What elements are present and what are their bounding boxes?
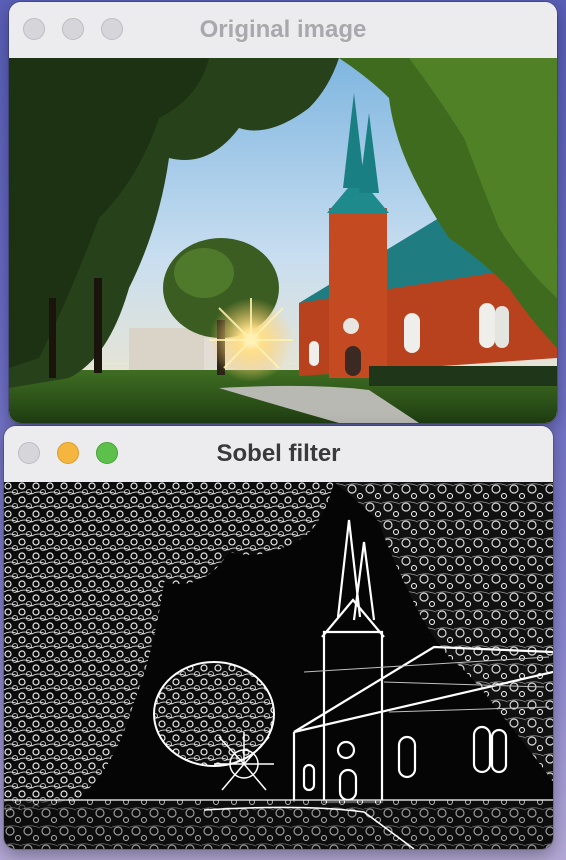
window-title: Original image <box>199 16 367 43</box>
window-title: Sobel filter <box>216 440 341 467</box>
church-photo <box>9 58 557 423</box>
original-image <box>9 58 557 423</box>
sobel-window-titlebar[interactable]: Sobel filter <box>4 426 553 483</box>
original-window-titlebar[interactable]: Original image <box>9 2 557 59</box>
sobel-filter-window: Sobel filter <box>4 426 553 849</box>
sobel-filtered-image <box>4 482 553 849</box>
sobel-edge-image <box>4 482 553 849</box>
original-image-window: Original image <box>9 2 557 423</box>
